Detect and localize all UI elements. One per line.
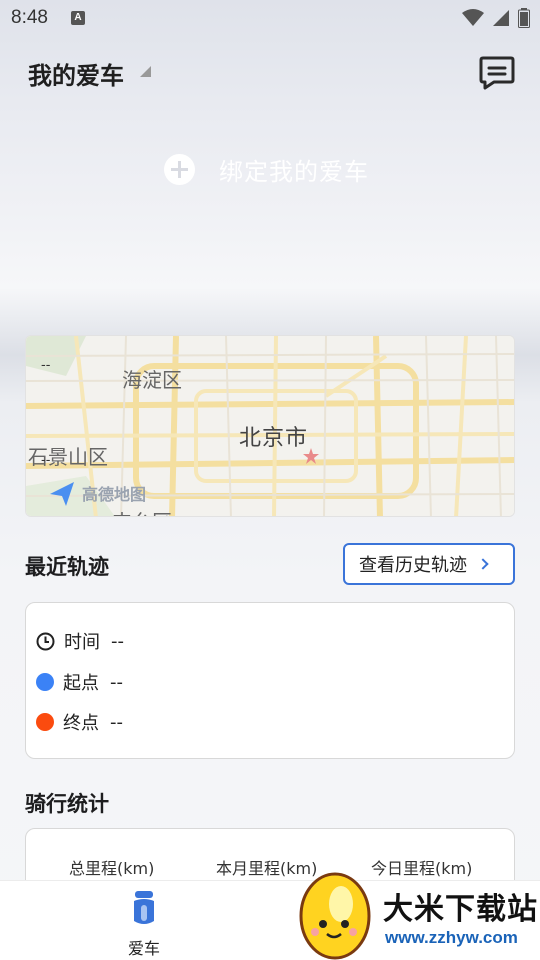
caret-down-icon[interactable] [140,66,151,77]
message-icon [479,56,515,90]
track-time-label: 时间 [64,632,100,653]
page-title[interactable]: 我的爱车 [28,56,124,91]
recent-track-card: 时间 -- 起点 -- 终点 -- [25,602,515,759]
plus-circle-icon [164,154,195,185]
status-badge: A [71,11,85,25]
chevron-right-icon [477,558,489,570]
track-end-value: -- [110,711,123,733]
status-icons [462,8,530,28]
track-start-row: 起点 -- [36,669,123,695]
map-city-label: 北京市 [239,426,309,451]
end-dot-icon [36,713,54,731]
scooter-icon [134,891,154,924]
bind-car-button[interactable]: 绑定我的爱车 [164,152,369,187]
watermark-title: 大米下载站 [383,892,538,927]
nav-item-car[interactable]: 爱车 [118,889,170,959]
signal-icon [493,10,509,26]
map-district-label: 海淀区 [122,368,182,392]
track-start-label: 起点 [63,673,99,694]
track-start-value: -- [110,671,123,693]
ride-stats-title: 骑行统计 [25,792,109,816]
watermark: 大米下载站 www.zzhyw.com [293,864,540,960]
message-button[interactable] [478,54,516,90]
map-placeholder: -- [41,453,51,468]
bind-car-label: 绑定我的爱车 [219,158,369,186]
track-time-row: 时间 -- [36,628,124,654]
track-end-label: 终点 [63,713,99,734]
status-time: 8:48 [11,7,48,28]
track-time-value: -- [111,630,124,652]
view-history-label: 查看历史轨迹 [359,555,467,576]
wifi-icon [462,9,484,26]
map-district-label: 石景山区 [28,445,108,469]
watermark-url: www.zzhyw.com [385,928,518,947]
map-district-label: 丰台区 [112,506,172,516]
status-bar: 8:48 A [0,0,540,36]
view-history-button[interactable]: 查看历史轨迹 [343,543,515,585]
map-logo: 高德地图 [82,485,147,504]
battery-icon [518,8,530,28]
nav-item-car-label: 爱车 [127,939,160,958]
recent-track-title: 最近轨迹 [25,555,109,579]
track-end-row: 终点 -- [36,709,123,735]
start-dot-icon [36,673,54,691]
egg-mascot-icon [299,872,371,960]
clock-icon [36,632,55,650]
map-placeholder: -- [41,358,51,373]
stat-total-label: 总里程(km) [69,859,155,878]
